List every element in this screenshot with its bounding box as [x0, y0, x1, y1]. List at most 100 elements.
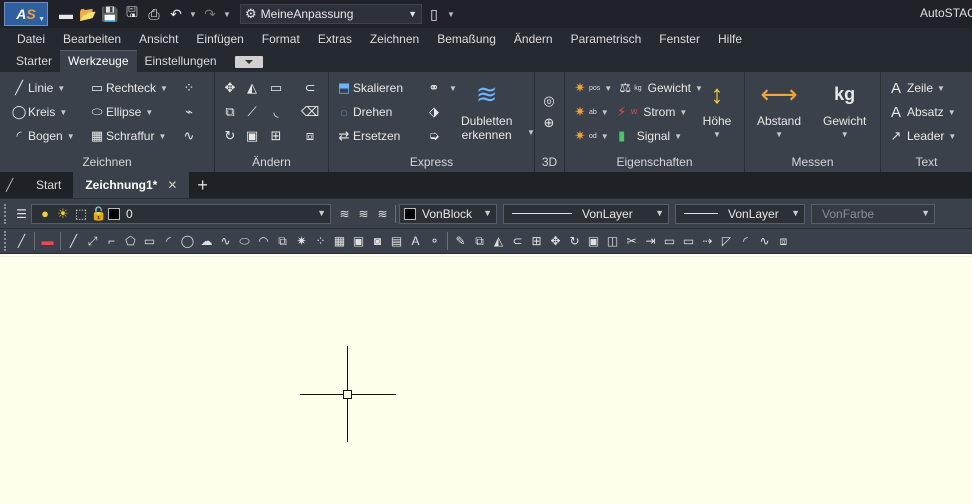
hoehe-button[interactable]: ↕ Höhe ▼: [699, 76, 735, 142]
insert-block-icon[interactable]: ⧉: [273, 231, 292, 251]
strom-button[interactable]: ✷ ab ▼ ⚡ W Strom ▼: [571, 102, 688, 122]
array-icon[interactable]: ⊞: [527, 231, 546, 251]
extend-icon[interactable]: ⇥: [641, 231, 660, 251]
application-menu-button[interactable]: AS ▼: [4, 2, 48, 26]
offset-icon[interactable]: ⊂: [508, 231, 527, 251]
menu-parametrisch[interactable]: Parametrisch: [562, 32, 651, 46]
construction-line-icon[interactable]: ⤢: [83, 231, 102, 251]
move-icon[interactable]: ✥: [221, 79, 239, 97]
ellipse-button[interactable]: ⬭ Ellipse ▼: [88, 102, 153, 122]
line-icon[interactable]: ╱: [12, 231, 31, 251]
mtext-icon[interactable]: A: [406, 231, 425, 251]
spline-icon[interactable]: ∿: [180, 127, 198, 145]
rotate-icon[interactable]: ↻: [221, 127, 239, 145]
hatch-icon[interactable]: ▦: [330, 231, 349, 251]
chevron-down-icon[interactable]: ▼: [604, 84, 612, 93]
erase-icon[interactable]: ✎: [451, 231, 470, 251]
offset-icon[interactable]: ⊂: [301, 79, 319, 97]
menu-datei[interactable]: Datei: [0, 32, 54, 46]
match-layer-icon[interactable]: ≋: [354, 204, 373, 224]
bogen-button[interactable]: ◜ Bogen ▼: [10, 126, 75, 146]
chevron-down-icon[interactable]: ▼: [145, 108, 153, 117]
undo-dropdown-icon[interactable]: ▼: [188, 4, 198, 24]
gradient-icon[interactable]: ▣: [349, 231, 368, 251]
point-icon[interactable]: ⁘: [180, 79, 198, 97]
copy-icon[interactable]: ⧉: [470, 231, 489, 251]
tab-einstellungen[interactable]: Einstellungen: [137, 51, 225, 72]
link-icon[interactable]: ⚭: [425, 79, 443, 97]
close-icon[interactable]: ✕: [167, 178, 177, 192]
fillet-icon[interactable]: ◟: [267, 103, 285, 121]
table-icon[interactable]: ▤: [387, 231, 406, 251]
layer-combo[interactable]: ● ☀ ⬚ 🔓 0 ▼: [31, 203, 331, 224]
make-current-layer-icon[interactable]: ≋: [335, 204, 354, 224]
menu-extras[interactable]: Extras: [309, 32, 361, 46]
copy-icon[interactable]: ⧉: [221, 103, 239, 121]
revcloud-icon[interactable]: ☁: [197, 231, 216, 251]
kreis-button[interactable]: ◯ Kreis ▼: [10, 102, 68, 122]
file-tab-zeichnung1[interactable]: Zeichnung1* ✕: [73, 172, 190, 198]
rotate-icon[interactable]: ↻: [565, 231, 584, 251]
stretch-icon[interactable]: ◫: [603, 231, 622, 251]
dubletten-erkennen-button[interactable]: ≋ Dubletten erkennen: [461, 76, 512, 142]
scale-icon[interactable]: ▣: [584, 231, 603, 251]
chevron-down-icon[interactable]: ▼: [948, 108, 956, 117]
polygon-icon[interactable]: ⬠: [121, 231, 140, 251]
menu-hilfe[interactable]: Hilfe: [709, 32, 751, 46]
chevron-down-icon[interactable]: ▼: [775, 128, 783, 142]
layer-properties-icon[interactable]: ☰: [12, 204, 31, 224]
tab-werkzeuge[interactable]: Werkzeuge: [60, 50, 137, 72]
stretch-icon[interactable]: ▭: [267, 79, 285, 97]
chevron-down-icon[interactable]: ▼: [527, 128, 535, 137]
trim-icon[interactable]: ✂: [622, 231, 641, 251]
chevron-down-icon[interactable]: ▼: [948, 132, 956, 141]
save-as-icon[interactable]: 🖫: [122, 4, 142, 24]
array-icon[interactable]: ⊞: [267, 127, 285, 145]
globe-icon[interactable]: ⊕: [540, 114, 558, 132]
fillet-icon[interactable]: ◜: [736, 231, 755, 251]
messen-gewicht-button[interactable]: kg Gewicht ▼: [823, 76, 866, 142]
draw-line-icon[interactable]: ╱: [64, 231, 83, 251]
tag-icon[interactable]: ⬗: [425, 103, 443, 121]
add-selected-icon[interactable]: ⚬: [425, 231, 444, 251]
point-icon[interactable]: ⁘: [311, 231, 330, 251]
orbit-icon[interactable]: ◎: [540, 92, 558, 110]
previous-layer-icon[interactable]: ≋: [373, 204, 392, 224]
menu-aendern[interactable]: Ändern: [505, 32, 562, 46]
color-combo[interactable]: VonBlock ▼: [399, 203, 497, 224]
explode-icon[interactable]: ⧈: [301, 127, 319, 145]
rechteck-button[interactable]: ▭ Rechteck ▼: [88, 78, 168, 98]
menu-format[interactable]: Format: [253, 32, 309, 46]
polyline-icon[interactable]: ⌐: [102, 231, 121, 251]
chevron-down-icon[interactable]: ▼: [601, 132, 609, 141]
explode-icon[interactable]: ⧈: [774, 231, 793, 251]
save-icon[interactable]: 💾: [100, 4, 120, 24]
schraffur-button[interactable]: ▦ Schraffur ▼: [88, 126, 167, 146]
chevron-down-icon[interactable]: ▼: [713, 128, 721, 142]
arc-icon[interactable]: ◜: [159, 231, 178, 251]
circle-icon[interactable]: ◯: [178, 231, 197, 251]
redo-icon[interactable]: ↷: [200, 4, 220, 24]
drawing-canvas[interactable]: [0, 254, 972, 504]
scale-icon[interactable]: ▣: [243, 127, 261, 145]
chevron-down-icon[interactable]: ▼: [601, 108, 609, 117]
file-tabs-menu-icon[interactable]: ╱: [6, 178, 24, 192]
file-tab-start[interactable]: Start: [24, 172, 73, 198]
lineweight-combo[interactable]: VonLayer ▼: [675, 203, 805, 224]
ribbon-minimize-button[interactable]: [234, 56, 263, 68]
open-folder-icon[interactable]: 📂: [78, 4, 98, 24]
qat-customize-icon[interactable]: ▼: [446, 4, 456, 24]
trim-icon[interactable]: ⟋: [243, 103, 261, 121]
mirror-icon[interactable]: ◭: [243, 79, 261, 97]
menu-bemassung[interactable]: Bemaßung: [428, 32, 505, 46]
chevron-down-icon[interactable]: ▼: [841, 128, 849, 142]
redo-dropdown-icon[interactable]: ▼: [222, 4, 232, 24]
erase-icon[interactable]: ⌫: [301, 103, 319, 121]
menu-fenster[interactable]: Fenster: [650, 32, 709, 46]
chevron-down-icon[interactable]: ▼: [67, 132, 75, 141]
chevron-down-icon[interactable]: ▼: [59, 108, 67, 117]
chevron-down-icon[interactable]: ▼: [674, 132, 682, 141]
skalieren-button[interactable]: ⬒ Skalieren: [335, 78, 403, 98]
menu-ansicht[interactable]: Ansicht: [130, 32, 187, 46]
gewicht-tag-button[interactable]: ✷ pos ▼ ⚖ kg Gewicht ▼: [571, 78, 703, 98]
